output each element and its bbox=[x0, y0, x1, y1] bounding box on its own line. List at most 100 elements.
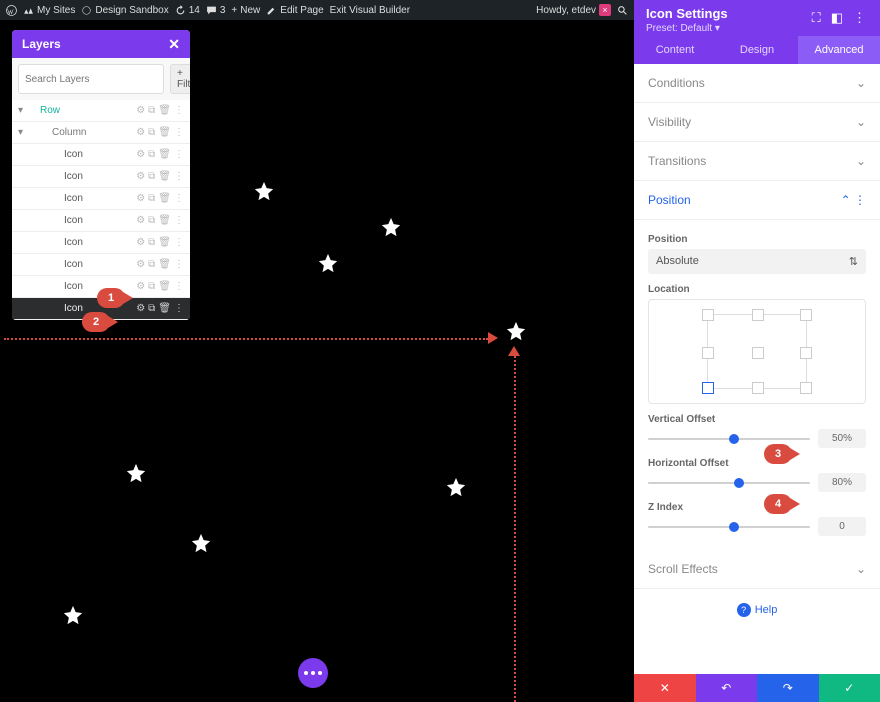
duplicate-icon[interactable]: ⧉ bbox=[148, 281, 155, 292]
duplicate-icon[interactable]: ⧉ bbox=[148, 149, 155, 160]
expand-icon[interactable]: ⛶ bbox=[812, 10, 821, 26]
trash-icon[interactable]: 🗑 bbox=[158, 215, 171, 226]
gear-icon[interactable]: ⚙ bbox=[136, 171, 145, 182]
search-icon[interactable] bbox=[617, 5, 628, 16]
trash-icon[interactable]: 🗑 bbox=[158, 237, 171, 248]
position-select[interactable]: Absolute⇅ bbox=[648, 249, 866, 274]
more-icon[interactable]: ⋮ bbox=[174, 259, 184, 270]
duplicate-icon[interactable]: ⧉ bbox=[148, 105, 155, 116]
more-icon[interactable]: ⋮ bbox=[174, 105, 184, 116]
loc-tl[interactable] bbox=[702, 309, 714, 321]
trash-icon[interactable]: 🗑 bbox=[158, 193, 171, 204]
star-icon[interactable] bbox=[62, 604, 84, 626]
new-link[interactable]: + New bbox=[231, 5, 260, 16]
more-icon[interactable]: ⋮ bbox=[174, 215, 184, 226]
gear-icon[interactable]: ⚙ bbox=[136, 193, 145, 204]
trash-icon[interactable]: 🗑 bbox=[158, 149, 171, 160]
gear-icon[interactable]: ⚙ bbox=[136, 149, 145, 160]
loc-mr[interactable] bbox=[800, 347, 812, 359]
gear-icon[interactable]: ⚙ bbox=[136, 281, 145, 292]
z-index-slider[interactable] bbox=[648, 520, 810, 534]
save-button[interactable]: ✓ bbox=[819, 674, 880, 702]
refresh-link[interactable]: 14 bbox=[175, 5, 200, 16]
star-icon[interactable] bbox=[190, 532, 212, 554]
tree-row-row[interactable]: ▾Row ⚙⧉🗑⋮ bbox=[12, 100, 190, 122]
tab-content[interactable]: Content bbox=[634, 36, 716, 64]
v-offset-value[interactable]: 50% bbox=[818, 429, 866, 448]
more-icon[interactable]: ⋮ bbox=[174, 149, 184, 160]
tree-row-icon[interactable]: Icon⚙⧉🗑⋮ bbox=[12, 254, 190, 276]
gear-icon[interactable]: ⚙ bbox=[136, 127, 145, 138]
close-icon[interactable]: ✕ bbox=[168, 36, 180, 53]
trash-icon[interactable]: 🗑 bbox=[158, 259, 171, 270]
howdy[interactable]: Howdy, etdev × bbox=[536, 4, 611, 16]
tree-row-icon[interactable]: Icon⚙⧉🗑⋮ bbox=[12, 188, 190, 210]
loc-br[interactable] bbox=[800, 382, 812, 394]
trash-icon[interactable]: 🗑 bbox=[158, 281, 171, 292]
star-icon[interactable] bbox=[380, 216, 402, 238]
exit-vb-link[interactable]: Exit Visual Builder bbox=[330, 5, 410, 16]
help-link[interactable]: ?Help bbox=[634, 589, 880, 631]
loc-tc[interactable] bbox=[752, 309, 764, 321]
duplicate-icon[interactable]: ⧉ bbox=[148, 171, 155, 182]
trash-icon[interactable]: 🗑 bbox=[158, 105, 171, 116]
section-conditions[interactable]: Conditions⌄ bbox=[634, 64, 880, 103]
section-transitions[interactable]: Transitions⌄ bbox=[634, 142, 880, 181]
h-offset-value[interactable]: 80% bbox=[818, 473, 866, 492]
gear-icon[interactable]: ⚙ bbox=[136, 215, 145, 226]
tab-advanced[interactable]: Advanced bbox=[798, 36, 880, 64]
star-icon[interactable] bbox=[253, 180, 275, 202]
comments-link[interactable]: 3 bbox=[206, 5, 226, 16]
section-position[interactable]: Position⌃ ⋮ bbox=[634, 181, 880, 220]
gear-icon[interactable]: ⚙ bbox=[136, 105, 145, 116]
duplicate-icon[interactable]: ⧉ bbox=[148, 127, 155, 138]
loc-mc[interactable] bbox=[752, 347, 764, 359]
duplicate-icon[interactable]: ⧉ bbox=[148, 237, 155, 248]
undo-button[interactable]: ↶ bbox=[696, 674, 758, 702]
loc-bc[interactable] bbox=[752, 382, 764, 394]
star-icon[interactable] bbox=[317, 252, 339, 274]
section-scroll-effects[interactable]: Scroll Effects⌄ bbox=[634, 550, 880, 589]
z-index-value[interactable]: 0 bbox=[818, 517, 866, 536]
gear-icon[interactable]: ⚙ bbox=[136, 237, 145, 248]
dock-icon[interactable]: ◧ bbox=[831, 10, 843, 26]
duplicate-icon[interactable]: ⧉ bbox=[148, 259, 155, 270]
duplicate-icon[interactable]: ⧉ bbox=[148, 215, 155, 226]
more-icon[interactable]: ⋮ bbox=[174, 127, 184, 138]
duplicate-icon[interactable]: ⧉ bbox=[148, 303, 155, 314]
gear-icon[interactable]: ⚙ bbox=[136, 259, 145, 270]
more-icon[interactable]: ⋮ bbox=[174, 281, 184, 292]
trash-icon[interactable]: 🗑 bbox=[158, 171, 171, 182]
tree-row-icon[interactable]: Icon⚙⧉🗑⋮ bbox=[12, 232, 190, 254]
star-icon[interactable] bbox=[505, 320, 527, 342]
wp-logo[interactable] bbox=[6, 5, 17, 16]
canvas-more-button[interactable] bbox=[298, 658, 328, 688]
more-icon[interactable]: ⋮ bbox=[174, 193, 184, 204]
star-icon[interactable] bbox=[125, 462, 147, 484]
site-link[interactable]: Design Sandbox bbox=[81, 5, 168, 16]
star-icon[interactable] bbox=[445, 476, 467, 498]
more-icon[interactable]: ⋮ bbox=[174, 171, 184, 182]
edit-page-link[interactable]: Edit Page bbox=[266, 5, 323, 16]
my-sites-link[interactable]: My Sites bbox=[23, 5, 75, 16]
loc-ml[interactable] bbox=[702, 347, 714, 359]
tree-row-icon[interactable]: Icon⚙⧉🗑⋮ bbox=[12, 144, 190, 166]
loc-bl[interactable] bbox=[702, 382, 714, 394]
trash-icon[interactable]: 🗑 bbox=[158, 303, 171, 314]
tree-row-column[interactable]: ▾Column ⚙⧉🗑⋮ bbox=[12, 122, 190, 144]
cancel-button[interactable]: ✕ bbox=[634, 674, 696, 702]
more-icon[interactable]: ⋮ bbox=[174, 237, 184, 248]
layers-filter-button[interactable]: + Filter bbox=[170, 64, 190, 94]
layers-search-input[interactable] bbox=[18, 64, 164, 94]
more-icon[interactable]: ⋮ bbox=[853, 10, 866, 26]
tree-row-icon[interactable]: Icon⚙⧉🗑⋮ bbox=[12, 166, 190, 188]
gear-icon[interactable]: ⚙ bbox=[136, 303, 145, 314]
h-offset-slider[interactable] bbox=[648, 476, 810, 490]
tab-design[interactable]: Design bbox=[716, 36, 798, 64]
more-icon[interactable]: ⋮ bbox=[174, 303, 184, 314]
loc-tr[interactable] bbox=[800, 309, 812, 321]
trash-icon[interactable]: 🗑 bbox=[158, 127, 171, 138]
section-visibility[interactable]: Visibility⌄ bbox=[634, 103, 880, 142]
tree-row-icon[interactable]: Icon⚙⧉🗑⋮ bbox=[12, 210, 190, 232]
duplicate-icon[interactable]: ⧉ bbox=[148, 193, 155, 204]
